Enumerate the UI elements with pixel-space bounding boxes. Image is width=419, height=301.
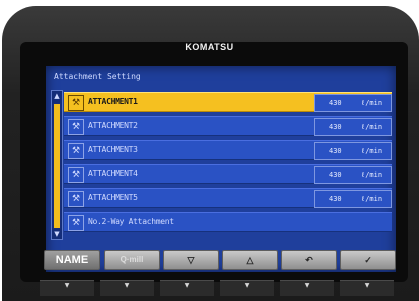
hardware-button-5[interactable]: ▼ [280,280,334,296]
hardware-button-1[interactable]: ▼ [40,280,94,296]
hardware-button-3[interactable]: ▼ [160,280,214,296]
scroll-up-icon[interactable]: ▲ [52,91,62,101]
screen-title: Attachment Setting [54,72,141,81]
flow-rate-unit: ℓ/min [361,147,383,155]
attachment-icon: ⚒ [68,119,84,135]
flow-rate-unit: ℓ/min [361,123,383,131]
attachment-name: ATTACHMENT5 [88,193,138,202]
attachment-row-5[interactable]: ⚒ ATTACHMENT5 430 ℓ/min [64,188,392,208]
check-icon[interactable]: ✓ [340,250,396,270]
hardware-button-6[interactable]: ▼ [340,280,394,296]
attachment-icon: ⚒ [68,143,84,159]
attachment-row-1[interactable]: ⚒ ATTACHMENT1 430 ℓ/min [64,92,392,112]
return-icon[interactable]: ↶ [281,250,337,270]
attachment-icon: ⚒ [68,167,84,183]
attachment-icon: ⚒ [68,95,84,111]
function-key-bar: NAME Q·mill ▽ △ ↶ ✓ [44,250,396,270]
scrollbar[interactable]: ▲ ▼ [51,90,63,240]
flow-rate-value: 430 [329,195,342,203]
attachment-icon: ⚒ [68,215,84,231]
up-arrow-icon[interactable]: △ [222,250,278,270]
flow-rate-unit: ℓ/min [361,195,383,203]
flow-rate-box: 430 ℓ/min [314,94,392,112]
name-button[interactable]: NAME [44,250,100,270]
lcd-screen: Attachment Setting ▲ ▼ ⚒ ATTACHMENT1 430… [46,66,396,272]
flow-rate-box: 430 ℓ/min [314,118,392,136]
attachment-row-4[interactable]: ⚒ ATTACHMENT4 430 ℓ/min [64,164,392,184]
flow-rate-box: 430 ℓ/min [314,166,392,184]
flow-rate-value: 430 [329,99,342,107]
attachment-name: ATTACHMENT3 [88,145,138,154]
scroll-thumb[interactable] [53,103,61,229]
flow-rate-unit: ℓ/min [361,99,383,107]
flow-rate-unit: ℓ/min [361,171,383,179]
attachment-name: No.2-Way Attachment [88,217,174,226]
scroll-down-icon[interactable]: ▼ [52,229,62,239]
attachment-name: ATTACHMENT1 [88,97,138,106]
attachment-row-3[interactable]: ⚒ ATTACHMENT3 430 ℓ/min [64,140,392,160]
attachment-name: ATTACHMENT4 [88,169,138,178]
flow-rate-value: 430 [329,147,342,155]
flow-button[interactable]: Q·mill [104,250,160,270]
attachment-icon: ⚒ [68,191,84,207]
flow-rate-box: 430 ℓ/min [314,142,392,160]
flow-rate-value: 430 [329,123,342,131]
hardware-button-2[interactable]: ▼ [100,280,154,296]
flow-rate-value: 430 [329,171,342,179]
attachment-name: ATTACHMENT2 [88,121,138,130]
hardware-button-row: ▼ ▼ ▼ ▼ ▼ ▼ [40,280,400,296]
down-arrow-icon[interactable]: ▽ [163,250,219,270]
hardware-button-4[interactable]: ▼ [220,280,274,296]
flow-rate-box: 430 ℓ/min [314,190,392,208]
two-way-attachment-row[interactable]: ⚒ No.2-Way Attachment [64,212,392,232]
brand-logo: KOMATSU [185,42,234,52]
attachment-row-2[interactable]: ⚒ ATTACHMENT2 430 ℓ/min [64,116,392,136]
